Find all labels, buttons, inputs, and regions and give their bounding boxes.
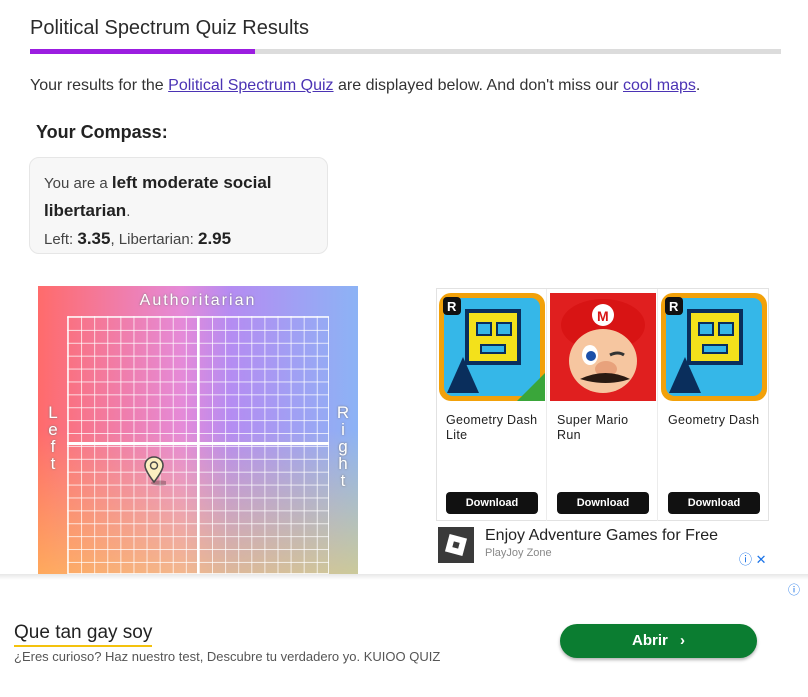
title-progress-fill: [30, 49, 256, 54]
app-name: Geometry Dash: [668, 413, 760, 427]
super-mario-run-icon: M: [550, 293, 656, 401]
result-period: .: [126, 203, 131, 220]
app-card-super-mario-run[interactable]: M Super Mario Run Download: [548, 289, 658, 521]
promo-ad[interactable]: Enjoy Adventure Games for Free PlayJoy Z…: [438, 525, 770, 568]
download-button[interactable]: Download: [446, 492, 538, 514]
result-box: You are a left moderate social libertari…: [29, 157, 328, 254]
intro-text: Your results for the Political Spectrum …: [30, 77, 700, 95]
geometry-dash-icon: R: [661, 293, 767, 401]
app-name: Super Mario Run: [557, 413, 629, 442]
app-card-geometry-dash[interactable]: R Geometry Dash Download: [659, 289, 769, 521]
svg-text:R: R: [447, 299, 457, 314]
download-button[interactable]: Download: [668, 492, 760, 514]
compass-top-label: Authoritarian: [139, 292, 257, 309]
app-card-geometry-dash-lite[interactable]: R Geometry Dash Lite Download: [437, 289, 547, 521]
chevron-right-icon: ›: [680, 632, 685, 649]
compass-vertical-axis: [197, 316, 199, 574]
map-pin-icon: [144, 456, 166, 486]
intro-suffix: .: [695, 77, 701, 94]
svg-text:R: R: [669, 299, 679, 314]
left-score-label: Left:: [44, 231, 78, 248]
promo-subtitle: PlayJoy Zone: [485, 547, 552, 559]
download-button[interactable]: Download: [557, 492, 649, 514]
open-button[interactable]: Abrir ›: [560, 624, 757, 658]
compass-heading: Your Compass:: [36, 122, 168, 142]
you-are-label: You are a: [44, 175, 112, 192]
bottom-ad-description: ¿Eres curioso? Haz nuestro test, Descubr…: [14, 649, 441, 664]
libertarian-score-label: , Libertarian:: [110, 231, 198, 248]
roblox-logo-icon: [438, 527, 474, 563]
political-compass: Authoritarian Left Right: [38, 286, 358, 574]
ad-info-icon[interactable]: ⓘ: [788, 581, 800, 598]
app-name: Geometry Dash Lite: [446, 413, 538, 442]
quiz-link[interactable]: Political Spectrum Quiz: [168, 77, 333, 94]
ad-choices-icon[interactable]: ⓘ ✕: [739, 549, 767, 568]
title-progress-bar: [30, 49, 781, 54]
page-title: Political Spectrum Quiz Results: [30, 17, 309, 39]
compass-right-label: Right: [336, 403, 350, 490]
result-scores: Left: 3.35, Libertarian: 2.95: [44, 229, 313, 249]
cool-maps-link[interactable]: cool maps: [623, 77, 696, 94]
geometry-dash-lite-icon: R: [439, 293, 545, 401]
bottom-ad-title: Que tan gay soy: [14, 622, 153, 647]
svg-text:M: M: [597, 308, 609, 324]
left-score-value: 3.35: [77, 229, 111, 248]
compass-left-label: Left: [48, 403, 58, 473]
bottom-ad-banner[interactable]: ⓘ Que tan gay soy ¿Eres curioso? Haz nue…: [0, 580, 808, 697]
libertarian-score-value: 2.95: [198, 229, 232, 248]
intro-prefix: Your results for the: [30, 77, 169, 94]
promo-title: Enjoy Adventure Games for Free: [485, 527, 718, 544]
intro-middle: are displayed below. And don't miss our: [333, 77, 623, 94]
open-button-label: Abrir: [631, 632, 668, 649]
result-summary: You are a left moderate social libertari…: [44, 169, 313, 225]
app-ad-panel: R Geometry Dash Lite Download M Super Ma…: [436, 288, 769, 521]
